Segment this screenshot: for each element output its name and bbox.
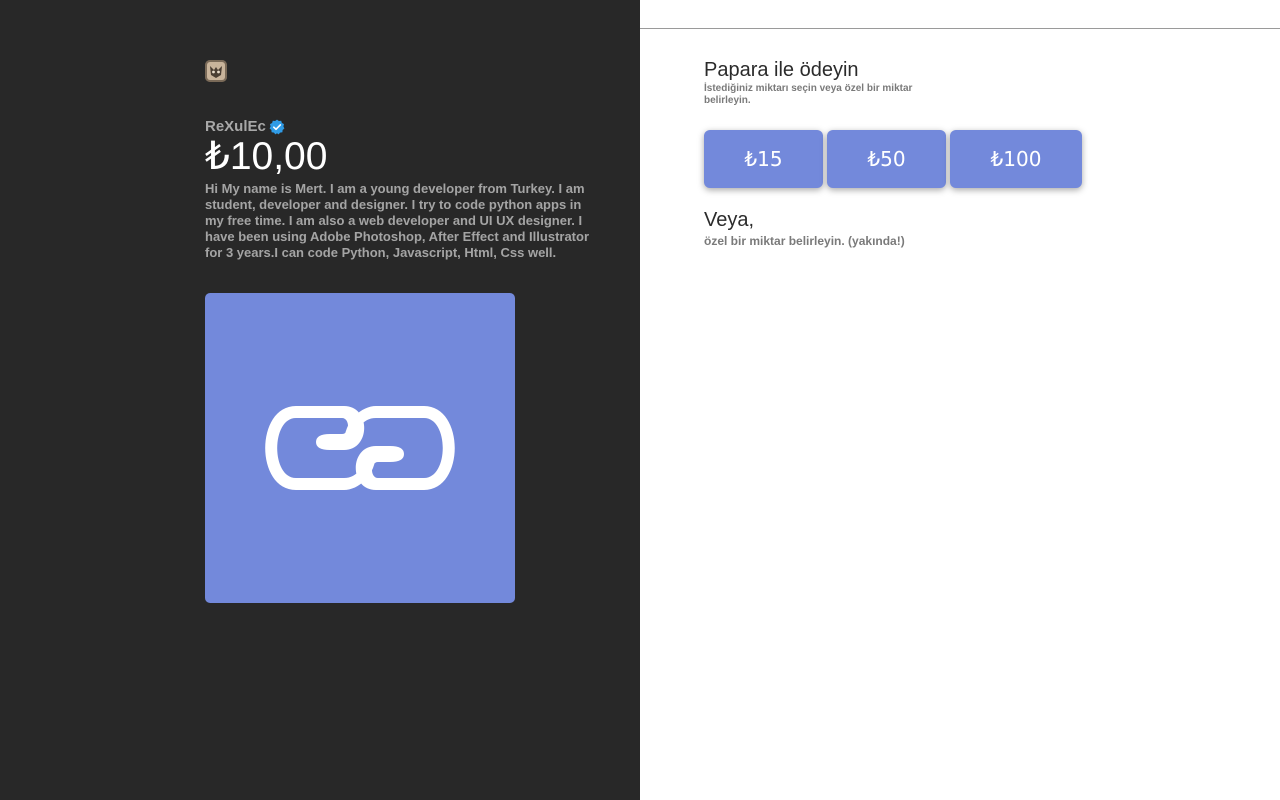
amount-options: ₺15 ₺50 ₺100	[704, 130, 1224, 188]
product-details: ReXulEc ₺10,00 Hi My name is Mert. I am …	[205, 60, 605, 603]
creator-bio: Hi My name is Mert. I am a young develop…	[205, 181, 590, 260]
product-panel: ReXulEc ₺10,00 Hi My name is Mert. I am …	[0, 0, 640, 800]
payment-panel: Papara ile ödeyin İstediğiniz miktarı se…	[640, 0, 1280, 800]
link-chain-icon	[265, 406, 455, 490]
link-product-image	[205, 293, 515, 603]
header-divider	[640, 28, 1280, 29]
creator-row: ReXulEc	[205, 118, 605, 135]
payment-subtitle: İstediğiniz miktarı seçin veya özel bir …	[704, 83, 913, 106]
amount-15-button[interactable]: ₺15	[704, 130, 823, 188]
amount-100-button[interactable]: ₺100	[950, 130, 1082, 188]
product-price: ₺10,00	[205, 135, 328, 178]
verified-check-icon	[269, 119, 285, 135]
custom-amount-subtitle: özel bir miktar belirleyin. (yakında!)	[704, 234, 905, 248]
custom-amount-title: Veya,	[704, 209, 755, 231]
page: ReXulEc ₺10,00 Hi My name is Mert. I am …	[0, 0, 1280, 800]
avatar[interactable]	[205, 60, 227, 82]
payment-title: Papara ile ödeyin	[704, 59, 859, 81]
creator-name[interactable]: ReXulEc	[205, 118, 266, 135]
amount-50-button[interactable]: ₺50	[827, 130, 946, 188]
payment-form: Papara ile ödeyin İstediğiniz miktarı se…	[704, 58, 1224, 248]
